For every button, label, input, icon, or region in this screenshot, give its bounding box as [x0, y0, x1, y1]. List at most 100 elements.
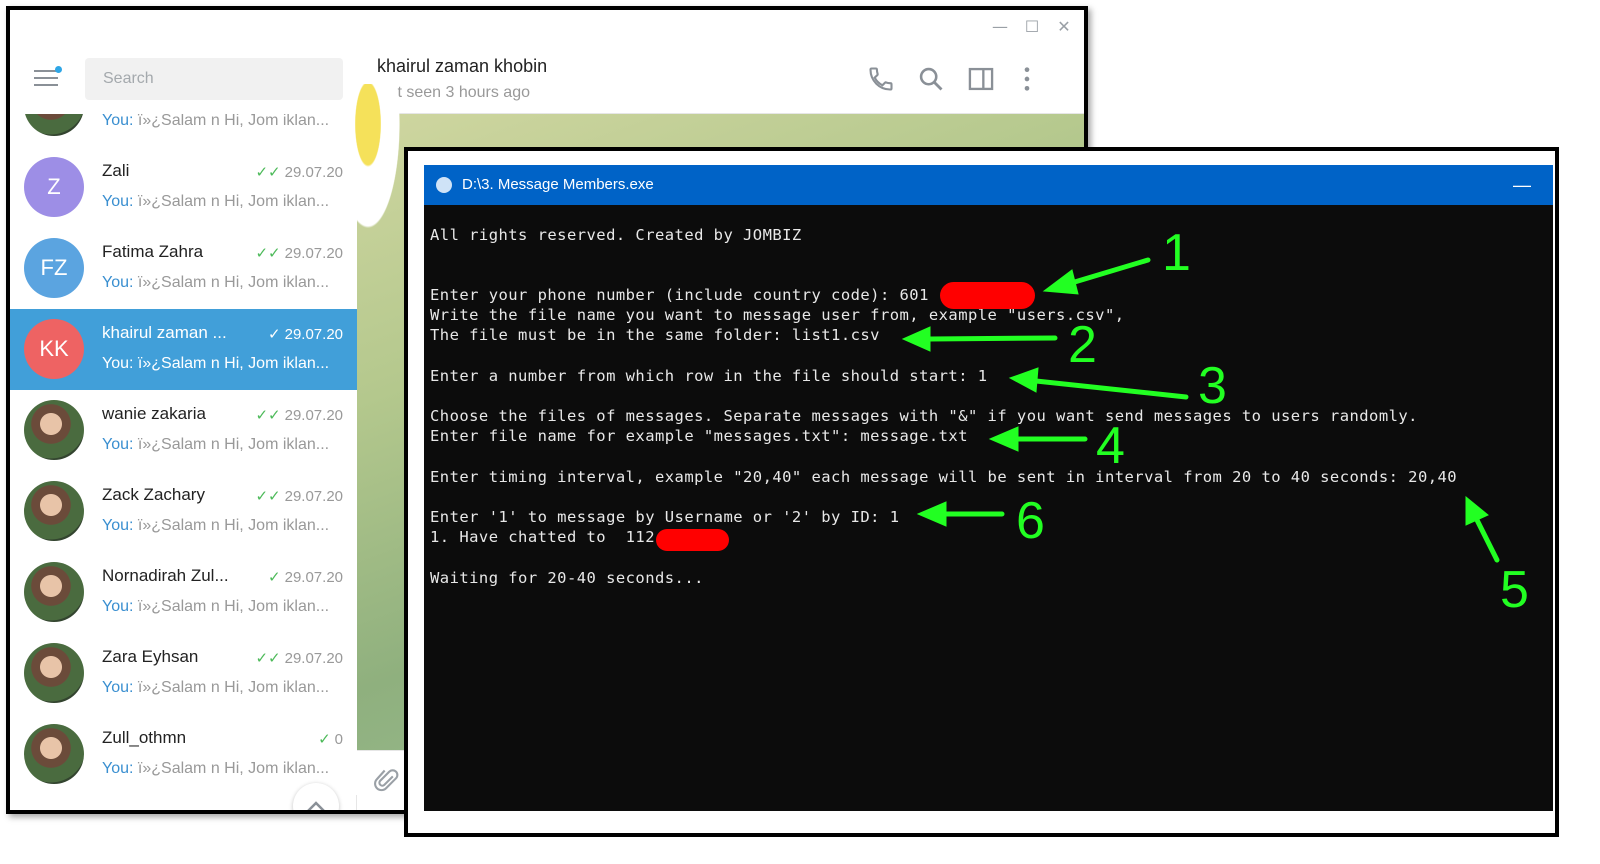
- read-check-icon: ✓: [318, 730, 331, 748]
- chat-date-value: 29.07.20: [284, 326, 343, 343]
- chat-preview-sender: You:: [102, 274, 134, 291]
- chat-date-value: 29.07.20: [284, 569, 343, 586]
- close-button[interactable]: ✕: [1050, 16, 1078, 38]
- chat-date-value: 29.07.20: [284, 407, 343, 424]
- read-check-icon: ✓✓: [255, 244, 281, 262]
- read-check-icon: ✓✓: [255, 163, 281, 181]
- chat-preview-sender: You:: [102, 517, 134, 534]
- console-minimize-button[interactable]: —: [1513, 165, 1531, 205]
- chat-date: ✓✓ 29.07.20: [255, 406, 343, 424]
- chat-preview: You: ï»¿Salam n Hi, Jom iklan...: [102, 679, 342, 697]
- console-line: Choose the files of messages. Separate m…: [430, 407, 1418, 425]
- console-line: Enter '1' to message by Username or '2' …: [430, 508, 900, 526]
- chat-item[interactable]: wanie zakaria ✓✓ 29.07.20 You: ï»¿Salam n H…: [10, 390, 357, 471]
- avatar: KK: [24, 319, 84, 379]
- console-title: D:\3. Message Members.exe: [462, 176, 654, 193]
- chat-preview: You: ï»¿Salam n Hi, Jom iklan...: [102, 193, 342, 211]
- avatar: [24, 724, 84, 784]
- telegram-titlebar: — ☐ ✕: [10, 10, 1084, 43]
- read-check-icon: ✓✓: [255, 487, 281, 505]
- chat-date: ✓✓ 29.07.20: [255, 244, 343, 262]
- chat-item[interactable]: Zarif Ly...✓✓29.07.20You: ï»¿Salam n Hi,…: [10, 114, 357, 147]
- chat-preview-text: ï»¿Salam n Hi, Jom iklan...: [137, 760, 330, 777]
- hamburger-menu-icon[interactable]: [34, 66, 62, 88]
- chat-name: Zara Eyhsan: [102, 647, 199, 666]
- chat-date: ✓✓ 29.07.20: [255, 649, 343, 667]
- phone-icon[interactable]: [867, 65, 895, 93]
- chat-preview: You: ï»¿Salam n Hi, Jom iklan...: [102, 436, 342, 454]
- chat-date-value: 29.07.20: [284, 650, 343, 667]
- chat-date: ✓ 29.07.20: [268, 568, 343, 586]
- notification-dot-icon: [55, 66, 62, 73]
- peer-name[interactable]: khairul zaman khobin: [377, 56, 547, 77]
- console-line: The file must be in the same folder: lis…: [430, 326, 880, 344]
- chat-item[interactable]: Nornadirah Zul... ✓ 29.07.20 You: ï»¿Salam …: [10, 552, 357, 633]
- chat-date: ✓ 29.07.20: [268, 325, 343, 343]
- chat-preview-text: ï»¿Salam n Hi, Jom iklan...: [137, 193, 330, 210]
- chevron-up-icon: [307, 801, 325, 810]
- sidebar-toggle-icon[interactable]: [967, 65, 995, 93]
- chat-preview: You: ï»¿Salam n Hi, Jom iklan...: [102, 598, 342, 616]
- chat-preview-text: ï»¿Salam n Hi, Jom iklan...: [137, 274, 330, 291]
- chat-preview: You: ï»¿Salam n Hi, Jom iklan...: [102, 274, 342, 292]
- avatar: Z: [24, 157, 84, 217]
- chat-date: ✓✓ 29.07.20: [255, 163, 343, 181]
- avatar: [24, 481, 84, 541]
- chat-name: Zull_othmn: [102, 728, 187, 747]
- chat-preview: You: ï»¿Salam n Hi, Jom iklan...: [102, 355, 342, 373]
- chat-preview-sender: You:: [102, 355, 134, 372]
- chat-item[interactable]: KK khairul zaman ... ✓ 29.07.20 You: ï»¿Sala…: [10, 309, 357, 390]
- read-check-icon: ✓✓: [255, 649, 281, 667]
- read-check-icon: ✓✓: [255, 406, 281, 424]
- chat-name: Nornadirah Zul...: [102, 566, 229, 585]
- maximize-button[interactable]: ☐: [1018, 16, 1046, 38]
- chat-preview-sender: You:: [102, 114, 134, 129]
- id-redaction: [656, 529, 729, 551]
- avatar: [24, 114, 84, 136]
- chat-name: Fatima Zahra: [102, 242, 204, 261]
- chat-item[interactable]: Zull_othmn ✓ 0 You: ï»¿Salam n Hi, Jom ikla…: [10, 714, 357, 795]
- console-window: D:\3. Message Members.exe — All rights r…: [404, 147, 1559, 837]
- console-line: Enter your phone number (include country…: [430, 286, 929, 304]
- chat-preview-sender: You:: [102, 760, 134, 777]
- chat-item[interactable]: Zack Zachary ✓✓ 29.07.20 You: ï»¿Salam n Hi…: [10, 471, 357, 552]
- chat-name: khairul zaman ...: [102, 323, 227, 342]
- console-line: Enter file name for example "messages.tx…: [430, 427, 968, 445]
- search-icon[interactable]: [917, 65, 945, 93]
- chat-date-value: 29.07.20: [284, 164, 343, 181]
- phone-redaction: [940, 282, 1035, 309]
- chat-name: Zali: [102, 161, 130, 180]
- chat-preview-text: ï»¿Salam n Hi, Jom iklan...: [137, 517, 330, 534]
- read-check-icon: ✓: [268, 568, 281, 586]
- more-options-icon[interactable]: [1013, 65, 1041, 93]
- console-line: Waiting for 20-40 seconds...: [430, 569, 704, 587]
- chat-name: Zack Zachary: [102, 485, 205, 504]
- paperclip-icon[interactable]: [373, 767, 401, 795]
- chat-preview-text: ï»¿Salam n Hi, Jom iklan...: [137, 598, 330, 615]
- chat-date-value: 29.07.20: [284, 245, 343, 262]
- chat-date: ✓✓ 29.07.20: [255, 487, 343, 505]
- chat-header: khairul zaman khobin last seen 3 hours a…: [357, 43, 1084, 114]
- chat-preview: You: ï»¿Salam n Hi, Jom iklan...: [102, 760, 342, 778]
- chat-preview-text: ï»¿Salam n Hi, Jom iklan...: [137, 436, 330, 453]
- chat-preview: You: ï»¿Salam n Hi, Jom iklan...: [102, 517, 342, 535]
- chat-preview-sender: You:: [102, 436, 134, 453]
- console-line: Enter a number from which row in the fil…: [430, 367, 988, 385]
- avatar: [24, 400, 84, 460]
- chat-preview-sender: You:: [102, 598, 134, 615]
- chat-item[interactable]: Z Zali ✓✓ 29.07.20 You: ï»¿Salam n Hi, Jom i…: [10, 147, 357, 228]
- minimize-button[interactable]: —: [986, 16, 1014, 38]
- console-frame: D:\3. Message Members.exe — All rights r…: [424, 165, 1553, 811]
- chat-item[interactable]: Zara Eyhsan ✓✓ 29.07.20 You: ï»¿Salam n Hi,…: [10, 633, 357, 714]
- console-titlebar: D:\3. Message Members.exe —: [424, 165, 1553, 205]
- telegram-app-icon: [436, 177, 452, 193]
- console-line: All rights reserved. Created by JOMBIZ: [430, 226, 802, 244]
- chat-date-value: 0: [334, 731, 343, 748]
- chat-list: Zarif Ly...✓✓29.07.20You: ï»¿Salam n Hi,…: [10, 114, 357, 810]
- chat-preview-text: ï»¿Salam n Hi, Jom iklan...: [137, 679, 330, 696]
- avatar: [24, 643, 84, 703]
- chat-item[interactable]: FZ Fatima Zahra ✓✓ 29.07.20 You: ï»¿Salam n …: [10, 228, 357, 309]
- search-input[interactable]: Search: [85, 58, 343, 100]
- chat-preview-sender: You:: [102, 679, 134, 696]
- chat-sidebar: Search Zarif Ly...✓✓29.07.20You: ï»¿Sala…: [10, 43, 357, 810]
